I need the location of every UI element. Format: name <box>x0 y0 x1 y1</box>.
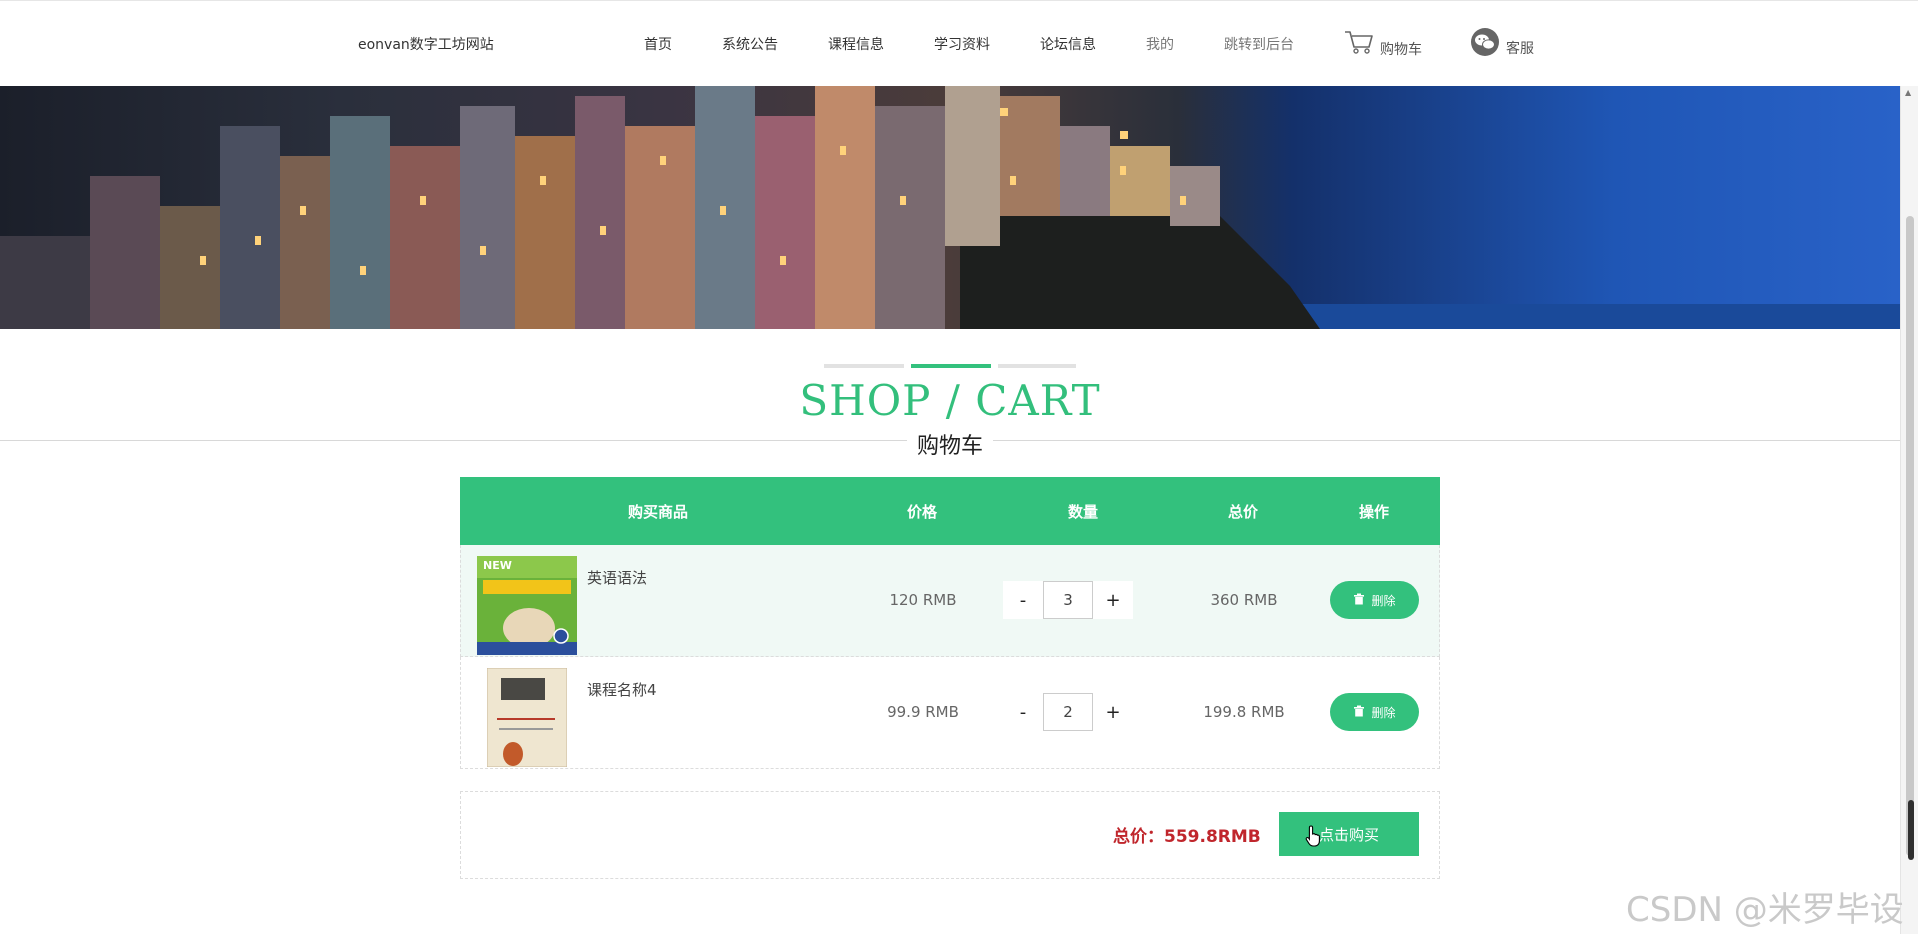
grand-total: 总价：559.8RMB <box>1113 827 1261 847</box>
scroll-up-icon[interactable]: ▲ <box>1905 88 1911 97</box>
banner-image <box>0 86 1900 329</box>
product-price: 99.9 RMB <box>887 703 959 721</box>
increase-button[interactable]: + <box>1093 581 1133 619</box>
decrease-button[interactable]: - <box>1003 693 1043 731</box>
cart-table: 购买商品 价格 数量 总价 操作 NEW 英语语法 120 RMB - + 36… <box>460 477 1440 879</box>
section-subtitle-wrap: 购物车 <box>0 428 1900 460</box>
checkout-button[interactable]: 点击购买 <box>1279 812 1419 856</box>
trash-icon <box>1353 593 1365 608</box>
nav-item-forum[interactable]: 论坛信息 <box>1040 34 1096 54</box>
quantity-stepper: - + <box>1003 581 1133 619</box>
cart-icon <box>1344 29 1374 59</box>
row-total: 360 RMB <box>1210 591 1278 609</box>
product-price: 120 RMB <box>889 591 957 609</box>
nav-service-label: 客服 <box>1506 41 1534 57</box>
quantity-input[interactable] <box>1043 693 1093 731</box>
banner-scene <box>0 86 1900 329</box>
header-price: 价格 <box>906 503 938 521</box>
section-title: SHOP / CART <box>799 376 1101 425</box>
header-total: 总价 <box>1227 503 1259 521</box>
hand-cursor-icon <box>1305 825 1323 851</box>
main-nav: 首页 系统公告 课程信息 学习资料 论坛信息 我的 跳转到后台 <box>0 34 1918 54</box>
nav-cart[interactable]: 购物车 <box>1344 29 1422 59</box>
wechat-icon <box>1470 27 1500 61</box>
product-name[interactable]: 英语语法 <box>587 567 647 588</box>
header-product: 购买商品 <box>627 503 689 521</box>
delete-button[interactable]: 删除 <box>1330 693 1419 731</box>
delete-button[interactable]: 删除 <box>1330 581 1419 619</box>
top-navbar: eonvan数字工坊网站 首页 系统公告 课程信息 学习资料 论坛信息 我的 跳… <box>0 0 1918 87</box>
table-header: 购买商品 价格 数量 总价 操作 <box>460 477 1440 545</box>
delete-label: 删除 <box>1371 593 1396 608</box>
increase-button[interactable]: + <box>1093 693 1133 731</box>
nav-item-materials[interactable]: 学习资料 <box>934 34 990 54</box>
nav-item-courses[interactable]: 课程信息 <box>828 34 884 54</box>
section-subtitle: 购物车 <box>906 428 993 460</box>
cart-summary: 总价：559.8RMB 点击购买 <box>460 791 1440 879</box>
header-action: 操作 <box>1358 503 1390 521</box>
product-thumbnail[interactable] <box>486 667 568 768</box>
decrease-button[interactable]: - <box>1003 581 1043 619</box>
scrollbar-thumb-active[interactable] <box>1908 800 1914 860</box>
table-row: NEW 英语语法 120 RMB - + 360 RMB 删除 <box>460 545 1440 657</box>
watermark: CSDN @米罗毕设 <box>1626 890 1904 930</box>
row-total: 199.8 RMB <box>1203 703 1285 721</box>
product-name[interactable]: 课程名称4 <box>587 679 657 700</box>
trash-icon <box>1353 705 1365 720</box>
scrollbar-thumb[interactable] <box>1906 216 1914 856</box>
nav-item-home[interactable]: 首页 <box>644 34 672 54</box>
quantity-stepper: - + <box>1003 693 1133 731</box>
table-row: 课程名称4 99.9 RMB - + 199.8 RMB 删除 <box>460 657 1440 769</box>
delete-label: 删除 <box>1371 705 1396 720</box>
nav-cart-label: 购物车 <box>1380 42 1422 58</box>
nav-item-backend[interactable]: 跳转到后台 <box>1224 34 1294 54</box>
nav-customer-service[interactable]: 客服 <box>1470 27 1534 61</box>
quantity-input[interactable] <box>1043 581 1093 619</box>
nav-item-notice[interactable]: 系统公告 <box>722 34 778 54</box>
header-quantity: 数量 <box>1067 503 1099 521</box>
nav-item-mine[interactable]: 我的 <box>1146 34 1174 54</box>
title-decoration <box>824 364 1076 368</box>
svg-text:NEW: NEW <box>483 559 512 572</box>
product-thumbnail[interactable]: NEW <box>477 556 577 655</box>
